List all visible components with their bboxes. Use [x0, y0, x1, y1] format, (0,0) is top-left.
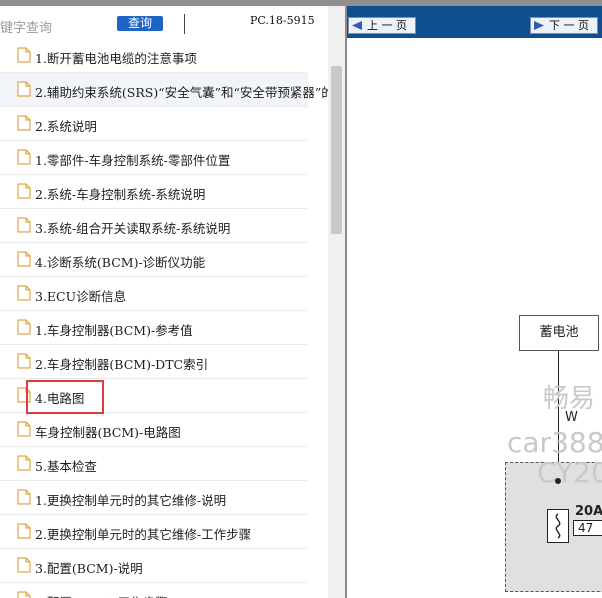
divider: [184, 14, 185, 34]
document-icon: [17, 421, 31, 437]
highlight-box: [26, 380, 104, 414]
watermark-line-2: car388.: [507, 426, 602, 459]
tree-item-label: 5.基本检查: [35, 459, 97, 474]
tree-item[interactable]: 2.辅助约束系统(SRS)“安全气囊”和“安全带预紧器”的: [0, 73, 334, 107]
document-icon: [17, 217, 31, 233]
tree-item-label: 3.配置(BCM)-说明: [35, 561, 143, 576]
search-input[interactable]: 键字查询: [0, 17, 52, 36]
tree-item[interactable]: 5.基本检查: [0, 447, 308, 481]
tree-item-label: 3.ECU诊断信息: [35, 289, 127, 304]
tree-item[interactable]: 1.零部件-车身控制系统-零部件位置: [0, 141, 308, 175]
watermark-line-1: 畅易: [543, 384, 596, 414]
tree-item[interactable]: 2.系统-车身控制系统-系统说明: [0, 175, 308, 209]
tree-item-label: 4.诊断系统(BCM)-诊断仪功能: [35, 255, 206, 270]
document-icon: [17, 591, 31, 598]
tree-item[interactable]: 1.断开蓄电池电缆的注意事项: [0, 39, 308, 73]
tree-item-label: 车身控制器(BCM)-电路图: [35, 425, 181, 440]
tree-item-label: 2.系统说明: [35, 119, 97, 134]
tree-item[interactable]: 2.车身控制器(BCM)-DTC索引: [0, 345, 308, 379]
tree-item[interactable]: 3.配置(BCM)-说明: [0, 549, 308, 583]
watermark-line-3: CY20: [537, 456, 602, 489]
document-icon: [17, 557, 31, 573]
tree-item-label: 2.更换控制单元时的其它维修-工作步骤: [35, 527, 252, 542]
tree-item[interactable]: 1.车身控制器(BCM)-参考值: [0, 311, 308, 345]
fuse-symbol: [547, 509, 569, 543]
toc-scrollbar[interactable]: [328, 6, 345, 598]
document-icon: [17, 455, 31, 471]
document-icon: [17, 251, 31, 267]
tree-item[interactable]: 车身控制器(BCM)-电路图: [0, 413, 308, 447]
prev-page-label: 上 一 页: [367, 19, 407, 32]
tree-item[interactable]: 1.更换控制单元时的其它维修-说明: [0, 481, 308, 515]
document-icon: [17, 81, 31, 97]
tree-item[interactable]: 4.配置(BCM)-工作步骤: [0, 583, 308, 598]
tree-item-label: 3.系统-组合开关读取系统-系统说明: [35, 221, 231, 236]
search-row: 键字查询 查询 PC.18-5915: [0, 6, 330, 38]
document-icon: [17, 489, 31, 505]
tree-item-label: 1.车身控制器(BCM)-参考值: [35, 323, 193, 338]
tree-item-label: 1.零部件-车身控制系统-零部件位置: [35, 153, 231, 168]
document-icon: [17, 319, 31, 335]
tree-item[interactable]: 3.ECU诊断信息: [0, 277, 308, 311]
arrow-left-icon: [352, 21, 362, 30]
next-page-label: 下 一 页: [549, 19, 589, 32]
tree-item[interactable]: 2.更换控制单元时的其它维修-工作步骤: [0, 515, 308, 549]
document-icon: [17, 285, 31, 301]
fuse-icon: [555, 513, 561, 539]
battery-box: 蓄电池: [519, 315, 599, 351]
tree-item[interactable]: 2.系统说明: [0, 107, 308, 141]
document-icon: [17, 115, 31, 131]
scrollbar-thumb[interactable]: [331, 66, 342, 234]
search-button[interactable]: 查询: [117, 16, 163, 31]
toc-pane: 键字查询 查询 PC.18-5915 1.断开蓄电池电缆的注意事项 2.辅助约束系…: [0, 6, 345, 598]
document-icon: [17, 47, 31, 63]
document-icon: [17, 523, 31, 539]
arrow-right-icon: [534, 21, 544, 30]
tree-item-label: 4.配置(BCM)-工作步骤: [35, 592, 168, 598]
tree-item-label: 2.车身控制器(BCM)-DTC索引: [35, 357, 209, 372]
tree-item-label: 2.系统-车身控制系统-系统说明: [35, 187, 206, 202]
page-code: PC.18-5915: [250, 14, 315, 27]
tree-item-label: 1.更换控制单元时的其它维修-说明: [35, 493, 227, 508]
tree-item-label: 1.断开蓄电池电缆的注意事项: [35, 51, 197, 66]
prev-page-button[interactable]: 上 一 页: [348, 17, 416, 34]
document-icon: [17, 149, 31, 165]
next-page-button[interactable]: 下 一 页: [530, 17, 598, 34]
viewer-nav-bar: 上 一 页 下 一 页: [347, 6, 602, 38]
fuse-rating: 20A: [575, 504, 602, 519]
document-icon: [17, 353, 31, 369]
tree-item-label: 2.辅助约束系统(SRS)“安全气囊”和“安全带预紧器”的: [35, 85, 334, 100]
diagram-viewer: 上 一 页 下 一 页 蓄电池 W 20A 47 畅易 car388. CY20: [347, 6, 602, 598]
tree-item[interactable]: 4.诊断系统(BCM)-诊断仪功能: [0, 243, 308, 277]
toc-list: 1.断开蓄电池电缆的注意事项 2.辅助约束系统(SRS)“安全气囊”和“安全带预紧…: [0, 39, 334, 598]
tree-item[interactable]: 3.系统-组合开关读取系统-系统说明: [0, 209, 308, 243]
fuse-number: 47: [573, 520, 602, 536]
document-icon: [17, 183, 31, 199]
